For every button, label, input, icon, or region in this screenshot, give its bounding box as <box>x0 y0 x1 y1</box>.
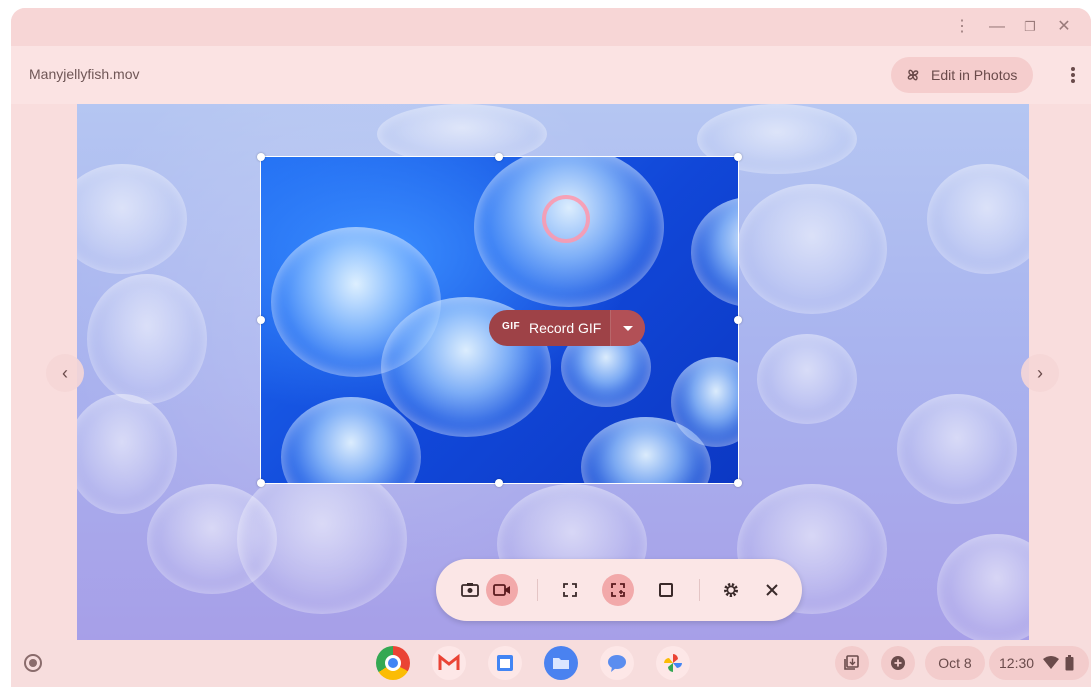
chevron-left-icon: ‹ <box>62 363 68 383</box>
jellyfish-video-frame: GIF Record GIF <box>77 104 1029 640</box>
holding-space-icon <box>844 655 859 670</box>
chevron-down-icon <box>623 326 633 331</box>
files-icon[interactable] <box>544 646 578 680</box>
settings-icon <box>724 583 738 597</box>
more-vert-icon[interactable]: ⋮ <box>951 17 973 37</box>
resize-handle-right[interactable] <box>734 316 742 324</box>
resize-handle-bottom-left[interactable] <box>257 479 265 487</box>
screen-record-icon <box>493 584 510 596</box>
time-label: 12:30 <box>999 655 1035 671</box>
close-icon[interactable]: ✕ <box>1053 17 1075 37</box>
capture-bar-divider <box>699 579 700 601</box>
chrome-icon[interactable] <box>376 646 410 680</box>
date-label: Oct 8 <box>938 655 972 671</box>
app-more-icon[interactable] <box>1067 60 1079 90</box>
jellyfish <box>474 157 664 307</box>
jellyfish <box>927 164 1029 274</box>
file-name: Manyjellyfish.mov <box>29 66 140 82</box>
status-area[interactable]: 12:30 <box>989 646 1089 680</box>
fullscreen-capture-button[interactable] <box>554 574 586 606</box>
jellyfish-gonads <box>542 195 590 243</box>
photos-icon[interactable] <box>656 646 690 680</box>
window-capture-button[interactable] <box>650 574 682 606</box>
pinwheel-icon <box>907 69 919 81</box>
resize-handle-top[interactable] <box>495 153 503 161</box>
jellyfish <box>691 197 738 307</box>
record-options-dropdown[interactable] <box>611 310 645 346</box>
screenshot-button[interactable] <box>454 574 486 606</box>
app-bar: Manyjellyfish.mov Edit in Photos <box>11 46 1091 104</box>
jellyfish <box>87 274 207 404</box>
resize-handle-bottom[interactable] <box>495 479 503 487</box>
close-icon <box>766 584 778 596</box>
media-viewer: GIF Record GIF ‹ › <box>11 104 1091 640</box>
edit-in-photos-button[interactable]: Edit in Photos <box>891 57 1033 93</box>
title-bar: ⋮ — ❐ ✕ <box>11 8 1091 46</box>
capture-settings-button[interactable] <box>715 574 747 606</box>
resize-handle-left[interactable] <box>257 316 265 324</box>
battery-icon <box>1065 655 1074 671</box>
jellyfish <box>377 104 547 164</box>
resize-handle-bottom-right[interactable] <box>734 479 742 487</box>
partial-capture-button[interactable] <box>602 574 634 606</box>
screenshot-icon <box>461 583 479 597</box>
capture-mode-bar <box>436 559 802 621</box>
jellyfish <box>897 394 1017 504</box>
gmail-icon[interactable] <box>432 646 466 680</box>
add-button[interactable] <box>881 646 915 680</box>
photos-window: ⋮ — ❐ ✕ Manyjellyfish.mov Edit in Photos <box>11 8 1091 687</box>
gif-icon: GIF <box>502 321 521 332</box>
window-capture-icon <box>659 583 673 597</box>
jellyfish <box>737 184 887 314</box>
screen-record-button[interactable] <box>486 574 518 606</box>
minimize-icon[interactable]: — <box>986 17 1008 37</box>
jellyfish <box>757 334 857 424</box>
next-button[interactable]: › <box>1021 354 1059 392</box>
calendar-icon[interactable] <box>488 646 522 680</box>
record-gif-label: Record GIF <box>529 320 602 336</box>
resize-handle-top-right[interactable] <box>734 153 742 161</box>
jellyfish <box>77 394 177 514</box>
capture-bar-divider <box>537 579 538 601</box>
previous-button[interactable]: ‹ <box>46 354 84 392</box>
add-circle-icon <box>891 656 905 670</box>
jellyfish <box>937 534 1029 640</box>
date-pill[interactable]: Oct 8 <box>925 646 985 680</box>
record-gif-button[interactable]: GIF Record GIF <box>489 310 645 346</box>
messages-icon[interactable] <box>600 646 634 680</box>
fullscreen-capture-icon <box>563 583 577 597</box>
resize-handle-top-left[interactable] <box>257 153 265 161</box>
holding-space-button[interactable] <box>835 646 869 680</box>
launcher-icon[interactable] <box>24 654 42 672</box>
chevron-right-icon: › <box>1037 363 1043 383</box>
restore-icon[interactable]: ❐ <box>1019 17 1041 37</box>
wifi-icon <box>1043 656 1059 669</box>
close-capture-button[interactable] <box>756 574 788 606</box>
shelf: Oct 8 12:30 <box>11 640 1091 687</box>
partial-capture-icon <box>611 583 625 597</box>
jellyfish <box>77 164 187 274</box>
edit-in-photos-label: Edit in Photos <box>931 67 1018 83</box>
